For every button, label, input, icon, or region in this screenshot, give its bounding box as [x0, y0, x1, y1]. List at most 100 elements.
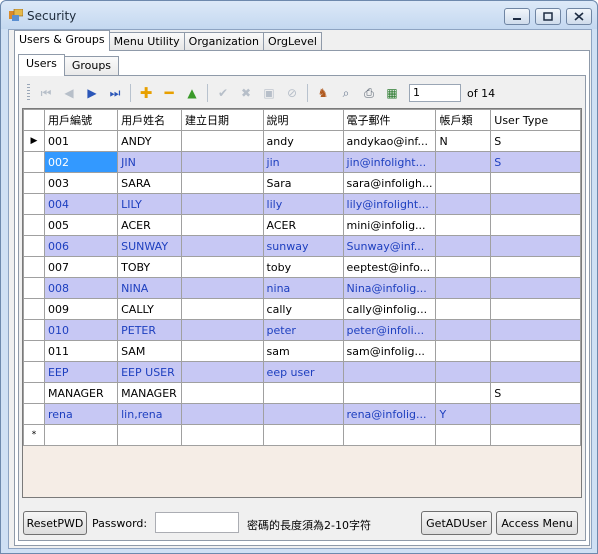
table-cell[interactable]: CALLY [117, 298, 182, 320]
table-cell[interactable]: 010 [43, 319, 119, 341]
table-row[interactable]: 006 SUNWAY sunway Sunway@inf... [23, 235, 581, 257]
table-cell[interactable]: JIN [117, 151, 182, 173]
table-cell[interactable] [181, 277, 264, 299]
table-cell[interactable] [181, 235, 264, 257]
table-cell[interactable] [181, 193, 264, 215]
table-cell[interactable] [262, 382, 344, 404]
table-cell[interactable] [490, 172, 581, 194]
table-cell[interactable]: 006 [43, 235, 119, 257]
cancel-icon[interactable]: ✖ [236, 83, 256, 103]
access-menu-button[interactable]: Access Menu [496, 511, 578, 535]
save-icon[interactable]: ▣ [259, 83, 279, 103]
table-cell[interactable]: eeptest@info... [342, 256, 437, 278]
add-new-icon[interactable]: ✚ [136, 83, 156, 103]
table-cell[interactable]: SARA [117, 172, 182, 194]
position-input[interactable]: 1 [409, 84, 461, 102]
table-cell[interactable] [342, 382, 437, 404]
move-first-icon[interactable]: ⏮ [36, 83, 56, 103]
table-cell[interactable] [181, 382, 264, 404]
table-cell[interactable] [181, 424, 264, 446]
table-cell[interactable]: Nina@infolig... [342, 277, 437, 299]
tab-users-groups[interactable]: Users & Groups [14, 30, 110, 51]
table-cell[interactable]: MANAGER [117, 382, 182, 404]
table-row[interactable]: 002 JIN jin jin@infolight... S [23, 151, 581, 173]
table-cell[interactable] [435, 424, 492, 446]
table-row[interactable]: 010 PETER peter peter@infoli... [23, 319, 581, 341]
minimize-button[interactable] [504, 8, 530, 25]
table-cell[interactable] [181, 172, 264, 194]
table-cell[interactable] [435, 298, 492, 320]
search-icon[interactable]: ⌕ [336, 83, 356, 103]
row-header[interactable] [23, 319, 45, 341]
table-cell[interactable]: 007 [43, 256, 119, 278]
table-cell[interactable] [490, 424, 581, 446]
table-cell[interactable]: S [490, 382, 581, 404]
table-cell[interactable]: mini@infolig... [342, 214, 437, 236]
table-cell[interactable]: lily@infolight... [342, 193, 437, 215]
table-cell[interactable] [435, 319, 492, 341]
table-cell[interactable]: jin@infolight... [342, 151, 437, 173]
column-header[interactable]: 帳戶類 [435, 109, 492, 131]
table-cell[interactable] [490, 214, 581, 236]
table-cell[interactable]: 003 [43, 172, 119, 194]
table-cell[interactable]: andy [262, 130, 344, 152]
table-row[interactable]: 011 SAM sam sam@infolig... [23, 340, 581, 362]
row-header[interactable] [23, 277, 45, 299]
move-up-icon[interactable]: ▲ [182, 83, 202, 103]
table-cell[interactable]: lin,rena [117, 403, 182, 425]
table-cell[interactable]: rena@infolig... [342, 403, 437, 425]
users-grid[interactable]: 用戶編號 用戶姓名 建立日期 說明 電子郵件 帳戶類 User Type ▶ 00… [22, 108, 582, 498]
table-cell[interactable]: NINA [117, 277, 182, 299]
table-cell[interactable] [435, 172, 492, 194]
reset-pwd-button[interactable]: ResetPWD [23, 511, 87, 535]
table-cell[interactable] [435, 382, 492, 404]
table-row[interactable]: 007 TOBY toby eeptest@info... [23, 256, 581, 278]
table-cell[interactable]: sara@infoligh... [342, 172, 437, 194]
row-header[interactable] [23, 235, 45, 257]
table-cell[interactable] [342, 424, 437, 446]
table-cell[interactable] [435, 193, 492, 215]
table-cell[interactable] [490, 277, 581, 299]
table-cell[interactable] [43, 424, 119, 446]
row-header[interactable] [23, 214, 45, 236]
table-cell[interactable] [181, 298, 264, 320]
table-cell[interactable]: 011 [43, 340, 119, 362]
table-row[interactable]: 005 ACER ACER mini@infolig... [23, 214, 581, 236]
table-cell[interactable] [181, 361, 264, 383]
new-row[interactable]: * [23, 424, 581, 446]
abort-icon[interactable]: ⊘ [282, 83, 302, 103]
tab-menu-utility[interactable]: Menu Utility [108, 32, 185, 51]
table-cell[interactable] [181, 130, 264, 152]
table-cell[interactable]: sam [262, 340, 344, 362]
table-cell[interactable]: 005 [43, 214, 119, 236]
table-cell[interactable] [435, 361, 492, 383]
table-row[interactable]: 004 LILY lily lily@infolight... [23, 193, 581, 215]
table-cell[interactable]: andykao@inf... [342, 130, 437, 152]
title-bar[interactable]: Security [1, 1, 597, 29]
table-cell[interactable]: rena [43, 403, 119, 425]
row-header[interactable] [23, 361, 45, 383]
row-header[interactable] [23, 298, 45, 320]
table-cell[interactable]: ACER [117, 214, 182, 236]
row-header[interactable] [23, 382, 45, 404]
table-cell[interactable] [435, 151, 492, 173]
table-cell[interactable]: N [435, 130, 492, 152]
table-cell[interactable] [181, 340, 264, 362]
maximize-button[interactable] [535, 8, 561, 25]
print-icon[interactable]: ⎙ [359, 83, 379, 103]
move-last-icon[interactable]: ⏭ [105, 83, 125, 103]
table-cell[interactable]: Sara [262, 172, 344, 194]
table-cell[interactable] [262, 403, 344, 425]
table-cell[interactable]: TOBY [117, 256, 182, 278]
table-cell[interactable] [490, 193, 581, 215]
table-row[interactable]: MANAGER MANAGER S [23, 382, 581, 404]
table-cell[interactable] [435, 256, 492, 278]
table-cell[interactable]: cally [262, 298, 344, 320]
table-cell[interactable] [490, 319, 581, 341]
table-cell[interactable]: sunway [262, 235, 344, 257]
query-icon[interactable]: ♞ [313, 83, 333, 103]
table-cell[interactable]: Sunway@inf... [342, 235, 437, 257]
table-cell[interactable]: peter [262, 319, 344, 341]
table-cell[interactable] [490, 340, 581, 362]
table-row[interactable]: ▶ 001 ANDY andy andykao@inf... N S [23, 130, 581, 152]
